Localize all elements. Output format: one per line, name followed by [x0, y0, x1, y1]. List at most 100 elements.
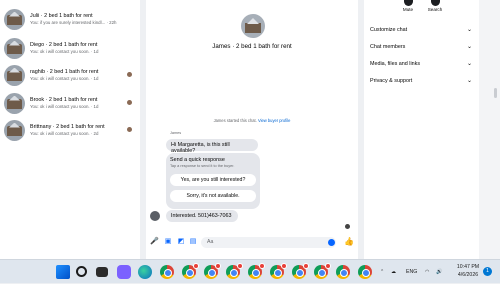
taskbar: ⌃ ☁ ENG ◠ 🔊 10:47 PM 4/6/2026 1: [0, 259, 500, 283]
gif-icon[interactable]: ▤: [189, 238, 197, 246]
row-label: Chat members: [370, 44, 406, 50]
conversation-title: Brittnany · 2 bed 1 bath for rent: [30, 123, 105, 130]
chat-members-row[interactable]: Chat members ⌄: [370, 42, 474, 52]
row-label: Media, files and links: [370, 61, 421, 67]
avatar: [4, 37, 25, 59]
quick-response-subtitle: Tap a response to send it to the buyer.: [170, 164, 235, 168]
like-icon[interactable]: 👍: [344, 237, 354, 247]
conversation-preview: You: ok i will contact you soon. · 1d: [30, 75, 99, 81]
message-bubble: Interested. 501)463-7063: [166, 210, 238, 222]
emoji-icon[interactable]: [328, 239, 335, 246]
bell-icon: [403, 0, 413, 6]
conversation-preview: You: ok i will contact you soon. · 1d: [30, 48, 99, 54]
chrome-icon[interactable]: [336, 265, 350, 279]
windows-start-icon[interactable]: [56, 265, 70, 279]
conversation-title: Brook · 2 bed 1 bath for rent: [30, 96, 98, 103]
conversation-title: raghib · 2 bed 1 bath for rent: [30, 68, 99, 75]
list-item[interactable]: Diego · 2 bed 1 bath for rent You: ok i …: [4, 35, 138, 61]
mute-button[interactable]: Mute: [397, 0, 419, 12]
clock-date: 4/6/2026: [457, 272, 479, 278]
mute-label: Mute: [402, 7, 414, 12]
image-icon[interactable]: ▣: [164, 238, 172, 246]
wifi-icon[interactable]: ◠: [425, 260, 430, 284]
notification-badge: [237, 263, 243, 269]
notification-badge: [325, 263, 331, 269]
cloud-icon[interactable]: ☁: [391, 260, 396, 284]
notification-badge: [193, 263, 199, 269]
conversation-preview: You: ok i will contact you soon. · 1d: [30, 103, 99, 109]
chat-panel: James · 2 bed 1 bath for rent James star…: [146, 0, 358, 259]
notification-badge: [281, 263, 287, 269]
avatar: [4, 8, 25, 30]
read-receipt-avatar: [345, 224, 350, 229]
avatar: [150, 211, 160, 221]
sticker-icon[interactable]: ◩: [177, 238, 185, 246]
task-view-icon[interactable]: [96, 267, 108, 277]
list-item[interactable]: Brittnany · 2 bed 1 bath for rent You: o…: [4, 117, 138, 143]
started-text: James started this chat.: [213, 118, 257, 123]
view-buyer-profile-link[interactable]: View buyer profile: [258, 118, 290, 123]
chrome-icon[interactable]: [314, 263, 331, 279]
chrome-icon[interactable]: [160, 265, 174, 279]
seen-avatar: [127, 100, 132, 105]
chrome-icon[interactable]: [292, 263, 309, 279]
microphone-icon[interactable]: 🎤: [150, 238, 159, 246]
quick-response-sorry-button[interactable]: Sorry, it's not available.: [170, 190, 256, 202]
quick-response-card: Send a quick response Tap a response to …: [166, 153, 260, 209]
list-item[interactable]: Julii · 2 bed 1 bath for rent You: if yo…: [4, 6, 138, 32]
customize-chat-row[interactable]: Customize chat ⌄: [370, 25, 474, 35]
list-item[interactable]: Brook · 2 bed 1 bath for rent You: ok i …: [4, 90, 138, 116]
seen-avatar: [127, 72, 132, 77]
composer: 🎤 ▣ ◩ ▤ Aa 👍: [146, 236, 358, 250]
chrome-icon[interactable]: [248, 263, 265, 279]
volume-icon[interactable]: 🔊: [436, 260, 442, 284]
row-label: Privacy & support: [370, 78, 413, 84]
seen-avatar: [127, 127, 132, 132]
list-item[interactable]: raghib · 2 bed 1 bath for rent You: ok i…: [4, 62, 138, 88]
search-icon[interactable]: [76, 266, 87, 277]
chevron-down-icon: ⌄: [466, 44, 472, 50]
notification-count-badge[interactable]: 1: [483, 267, 492, 276]
chrome-icon[interactable]: [226, 263, 243, 279]
search-button[interactable]: Search: [424, 0, 446, 12]
message-bubble: Hi Margaretta, is this still available?: [166, 139, 258, 154]
quick-response-title: Send a quick response: [170, 157, 225, 163]
notification-badge: [259, 263, 265, 269]
chrome-icon[interactable]: [358, 265, 372, 279]
avatar: [4, 92, 25, 114]
chevron-down-icon: ⌄: [466, 78, 472, 84]
scrollbar-thumb[interactable]: [494, 88, 497, 98]
message-input[interactable]: Aa: [201, 237, 336, 248]
chat-app-icon[interactable]: [117, 265, 131, 279]
avatar: [4, 119, 25, 141]
chrome-icon[interactable]: [270, 263, 287, 279]
search-label: Search: [427, 7, 443, 12]
chevron-down-icon: ⌄: [466, 61, 472, 67]
conversation-list: Julii · 2 bed 1 bath for rent You: if yo…: [0, 0, 140, 259]
media-files-links-row[interactable]: Media, files and links ⌄: [370, 59, 474, 69]
chevron-up-icon[interactable]: ⌃: [380, 260, 384, 284]
search-icon: [430, 0, 440, 6]
conversation-title: Diego · 2 bed 1 bath for rent: [30, 41, 98, 48]
notification-badge: [215, 263, 221, 269]
chat-avatar[interactable]: [241, 14, 265, 38]
chrome-icon[interactable]: [204, 263, 221, 279]
conversation-preview: You: if you are surely interested kindl.…: [30, 19, 117, 25]
clock[interactable]: 10:47 PM 4/6/2026: [452, 263, 484, 279]
row-label: Customize chat: [370, 27, 408, 33]
scrollbar[interactable]: [479, 0, 500, 259]
avatar: [4, 64, 25, 86]
chat-info-panel: Mute Search Customize chat ⌄ Chat member…: [364, 0, 479, 259]
chat-started-notice: James started this chat. View buyer prof…: [146, 118, 358, 123]
quick-response-yes-button[interactable]: Yes, are you still interested?: [170, 174, 256, 186]
privacy-support-row[interactable]: Privacy & support ⌄: [370, 76, 474, 86]
clock-time: 10:47 PM: [456, 264, 480, 270]
conversation-title: Julii · 2 bed 1 bath for rent: [30, 12, 93, 19]
edge-icon[interactable]: [138, 265, 152, 279]
sender-name: James: [170, 131, 182, 135]
chrome-icon[interactable]: [182, 263, 199, 279]
conversation-preview: You: ok i will contact you soon. · 2d: [30, 130, 99, 136]
notification-badge: [303, 263, 309, 269]
language-indicator[interactable]: ENG: [406, 260, 417, 284]
messenger-window: Julii · 2 bed 1 bath for rent You: if yo…: [0, 0, 500, 259]
